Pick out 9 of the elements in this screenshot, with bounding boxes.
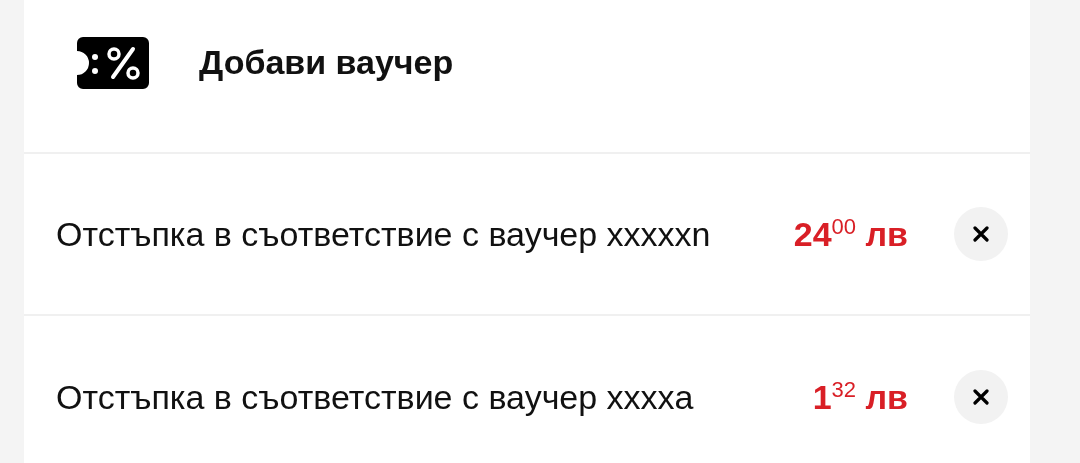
discount-amount: 1$^{32}$ лв [812,377,908,417]
add-voucher-label[interactable]: Добави ваучер [199,43,454,82]
discount-description: Отстъпка в съответствие с ваучер xxxxa [56,377,695,418]
remove-button[interactable] [954,207,1008,261]
ticket-percent-icon [77,36,149,89]
discount-description: Отстъпка в съответствие с ваучер xxxxxn [56,214,712,255]
close-icon [973,389,989,405]
discount-amount: 24$^{00}$ лв [793,214,908,254]
close-icon [973,226,989,242]
